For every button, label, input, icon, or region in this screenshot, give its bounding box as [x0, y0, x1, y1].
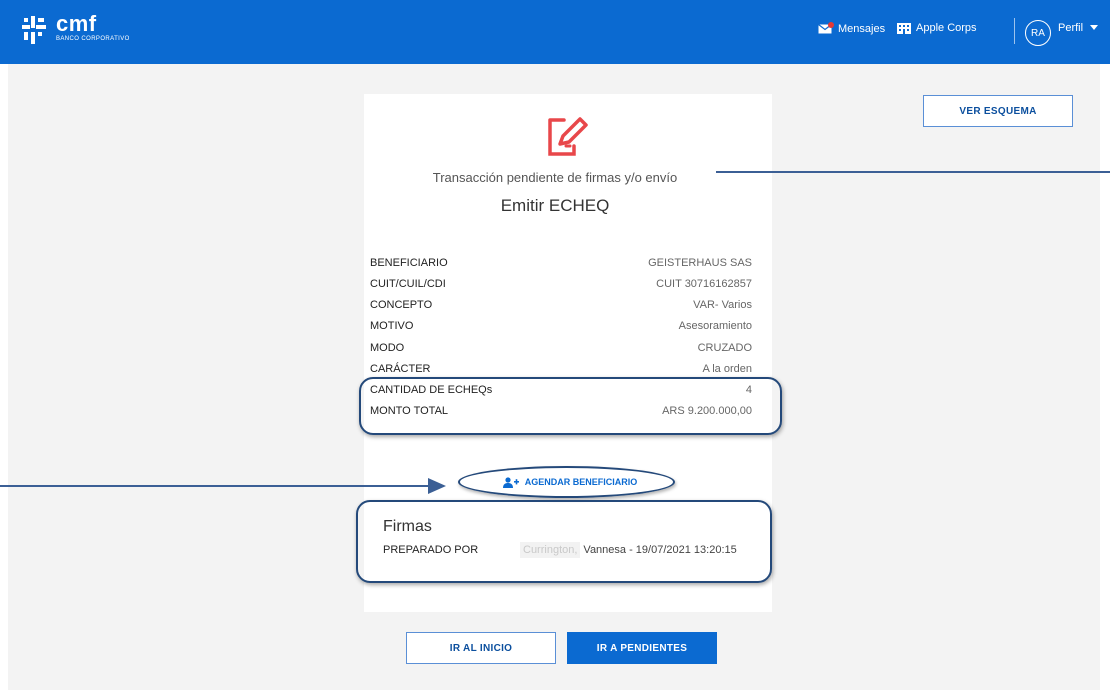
- top-navigation-bar: cmf BANCO CORPORATIVO Mensajes Apple Cor…: [0, 0, 1110, 64]
- detail-value: Asesoramiento: [678, 320, 752, 332]
- detail-label: CARÁCTER: [370, 363, 431, 375]
- detail-row-motivo: MOTIVO Asesoramiento: [370, 319, 752, 333]
- company-label: Apple Corps: [916, 22, 977, 34]
- logo-name: cmf: [56, 11, 97, 36]
- caret-down-icon: [1090, 25, 1099, 30]
- detail-label: CONCEPTO: [370, 299, 433, 311]
- annotation-box-totals: [359, 377, 782, 435]
- detail-row-modo: MODO CRUZADO: [370, 341, 752, 355]
- cmf-logo[interactable]: cmf BANCO CORPORATIVO: [22, 11, 130, 44]
- annotation-oval-agendar: [458, 466, 675, 498]
- detail-row-concepto: CONCEPTO VAR- Varios: [370, 298, 752, 312]
- messages-link[interactable]: Mensajes: [818, 22, 885, 35]
- detail-label: CUIT/CUIL/CDI: [370, 278, 446, 290]
- profile-label: Perfil: [1058, 22, 1084, 34]
- detail-row-caracter: CARÁCTER A la orden: [370, 362, 752, 376]
- right-panel: [1100, 64, 1110, 690]
- logo-subtitle: BANCO CORPORATIVO: [56, 36, 130, 42]
- operation-title: Emitir ECHEQ: [500, 196, 610, 215]
- avatar[interactable]: RA: [1025, 20, 1051, 46]
- pending-signature-icon: [548, 117, 588, 156]
- ver-esquema-button[interactable]: VER ESQUEMA: [923, 95, 1073, 127]
- header-divider: [1014, 18, 1015, 44]
- detail-value: CRUZADO: [697, 342, 752, 354]
- messages-label: Mensajes: [838, 22, 886, 35]
- annotation-box-firmas: [356, 500, 772, 583]
- mail-notification-icon: [818, 22, 834, 34]
- detail-value: A la orden: [702, 363, 752, 375]
- detail-row-beneficiario: BENEFICIARIO GEISTERHAUS SAS: [370, 256, 752, 270]
- profile-menu[interactable]: Perfil: [1058, 22, 1099, 34]
- company-selector[interactable]: Apple Corps: [897, 22, 977, 34]
- annotation-arrowhead-icon: [428, 478, 446, 494]
- annotation-line-agendar: [0, 485, 430, 487]
- detail-label: MOTIVO: [370, 320, 414, 332]
- detail-value: GEISTERHAUS SAS: [648, 257, 752, 269]
- ir-a-pendientes-button[interactable]: IR A PENDIENTES: [567, 632, 717, 664]
- annotation-line-status: [716, 171, 1110, 173]
- detail-label: BENEFICIARIO: [370, 257, 448, 269]
- cmf-logo-mark-icon: [22, 16, 46, 44]
- detail-row-cuit: CUIT/CUIL/CDI CUIT 30716162857: [370, 277, 752, 291]
- ir-al-inicio-button[interactable]: IR AL INICIO: [406, 632, 556, 664]
- detail-label: MODO: [370, 342, 405, 354]
- left-panel: [0, 64, 8, 690]
- detail-value: CUIT 30716162857: [656, 278, 752, 290]
- building-icon: [897, 23, 911, 34]
- detail-value: VAR- Varios: [693, 299, 752, 311]
